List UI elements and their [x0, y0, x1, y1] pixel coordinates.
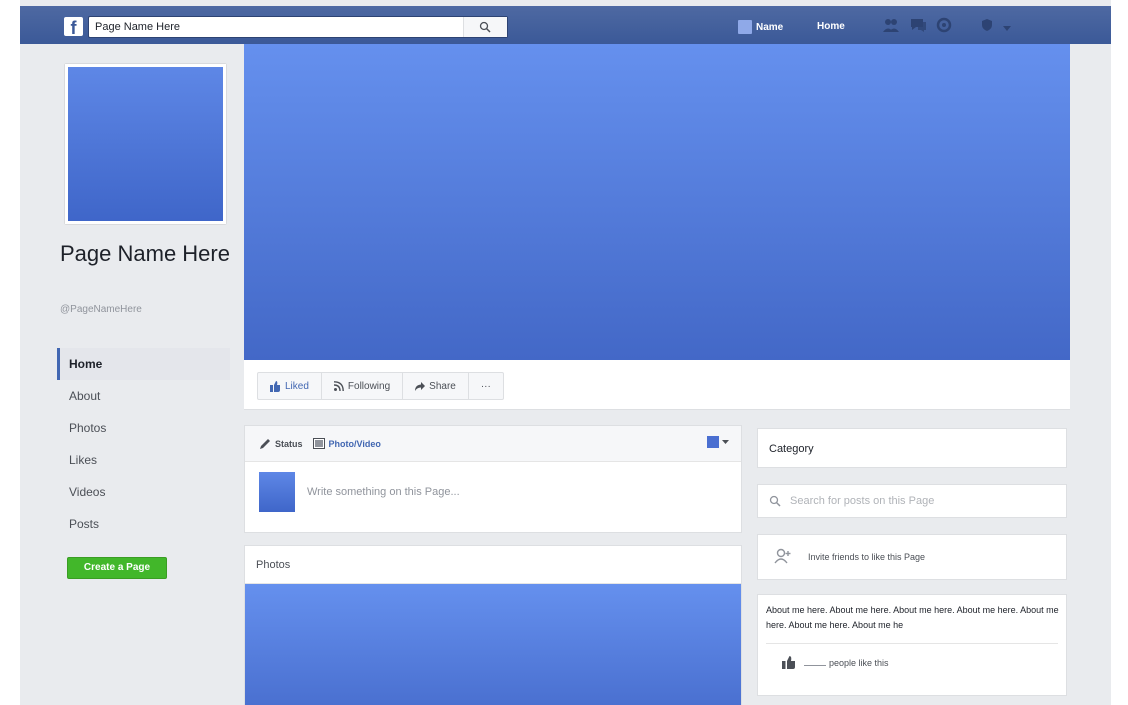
composer-tabs: Status Photo/Video [245, 426, 741, 462]
nav-profile-name: Name [756, 21, 784, 33]
about-text: About me here. About me here. About me h… [766, 605, 1059, 630]
photos-section-title[interactable]: Photos [245, 546, 741, 584]
page-title[interactable]: Page Name Here [60, 241, 235, 267]
page-posts-search[interactable]: Search for posts on this Page [757, 484, 1067, 518]
photos-section: Photos [244, 545, 742, 705]
composer-tab-photo-video[interactable]: Photo/Video [312, 438, 381, 449]
category-card[interactable]: Category [757, 428, 1067, 468]
invite-friends-text: Invite friends to like this Page [808, 552, 926, 562]
rss-icon [333, 381, 344, 391]
likes-text-wrap: people like this [804, 658, 889, 668]
page-action-bar: Liked Following Share ··· [244, 360, 1070, 410]
composer-avatar [259, 472, 295, 512]
more-options-icon: ··· [480, 380, 491, 392]
about-card: About me here. About me here. About me h… [757, 594, 1067, 696]
photo-thumbnail[interactable] [245, 584, 741, 705]
chevron-down-icon [722, 439, 729, 444]
friend-requests-icon[interactable] [882, 17, 900, 38]
about-divider [766, 643, 1058, 644]
nav-profile-link[interactable]: Name [738, 19, 783, 35]
left-nav-likes[interactable]: Likes [57, 444, 230, 476]
page-frame: f Page Name Here Name Home Page Name Her… [20, 0, 1111, 705]
top-navigation-bar: f Page Name Here Name Home [20, 6, 1111, 44]
page-action-buttons: Liked Following Share ··· [257, 372, 504, 400]
composer-input[interactable]: Write something on this Page... [307, 486, 460, 498]
left-nav-home[interactable]: Home [57, 348, 230, 380]
search-input-value: Page Name Here [95, 21, 180, 33]
messages-icon[interactable] [909, 17, 927, 38]
facebook-logo-icon[interactable]: f [64, 17, 83, 36]
search-button[interactable] [463, 17, 507, 37]
nav-avatar [738, 20, 752, 34]
share-arrow-icon [415, 381, 426, 391]
share-label: Share [429, 380, 456, 392]
thumbs-up-icon [270, 380, 280, 392]
composer-tab-status[interactable]: Status [259, 438, 303, 450]
create-page-button[interactable]: Create a Page [67, 557, 167, 579]
search-input[interactable]: Page Name Here [88, 16, 508, 38]
nav-icon-group [882, 17, 1011, 38]
left-nav-posts[interactable]: Posts [57, 508, 230, 540]
liked-button[interactable]: Liked [258, 373, 322, 399]
page-left-navigation: Home About Photos Likes Videos Posts [57, 348, 230, 540]
more-options-button[interactable]: ··· [469, 373, 503, 399]
page-likes-count[interactable]: people like this [782, 656, 889, 669]
search-icon [769, 495, 781, 507]
share-button[interactable]: Share [403, 373, 469, 399]
settings-caret-icon[interactable] [1003, 19, 1011, 37]
likes-text: people like this [829, 657, 889, 668]
status-tab-label: Status [275, 438, 303, 449]
left-nav-photos[interactable]: Photos [57, 412, 230, 444]
invite-friends-card[interactable]: Invite friends to like this Page [757, 534, 1067, 580]
composer-audience-selector[interactable] [707, 436, 729, 448]
privacy-icon[interactable] [980, 18, 994, 37]
photo-video-tab-label: Photo/Video [328, 438, 381, 449]
left-nav-videos[interactable]: Videos [57, 476, 230, 508]
photo-icon [312, 438, 325, 449]
left-nav-about[interactable]: About [57, 380, 230, 412]
search-icon [479, 21, 491, 33]
liked-label: Liked [285, 380, 309, 392]
add-friend-icon [774, 548, 791, 564]
audience-avatar [707, 436, 719, 448]
post-composer: Status Photo/Video Write something on th… [244, 425, 742, 533]
likes-count-blank [804, 658, 826, 666]
pencil-icon [260, 438, 270, 449]
page-profile-picture[interactable] [65, 64, 226, 224]
page-username[interactable]: @PageNameHere [60, 304, 142, 315]
nav-home-link[interactable]: Home [817, 21, 845, 32]
following-button[interactable]: Following [322, 373, 404, 399]
cover-photo[interactable] [244, 44, 1070, 360]
following-label: Following [347, 380, 391, 392]
thumbs-up-icon [782, 656, 795, 669]
page-posts-search-placeholder: Search for posts on this Page [790, 495, 935, 507]
notifications-icon[interactable] [936, 17, 952, 38]
